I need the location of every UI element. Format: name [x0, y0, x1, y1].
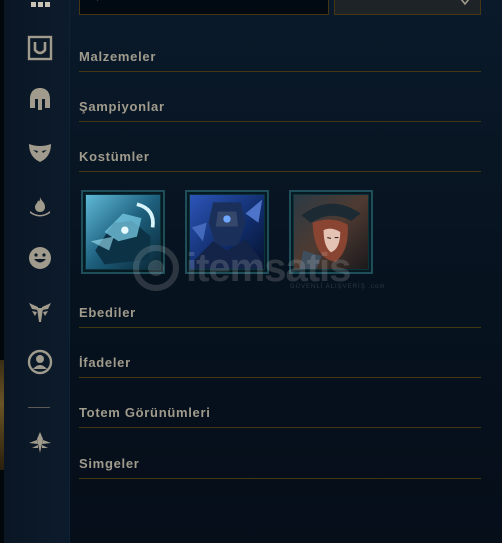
section-divider: [79, 71, 481, 72]
section-simgeler: Simgeler: [79, 456, 481, 479]
sort-dropdown[interactable]: [334, 0, 481, 15]
grid-icon[interactable]: [27, 0, 53, 16]
section-sampiyonlar: Şampiyonlar: [79, 99, 481, 122]
search-icon: [96, 0, 98, 1]
category-sidebar: [4, 0, 70, 543]
search-field[interactable]: [79, 0, 329, 15]
mask-icon[interactable]: [27, 139, 53, 165]
section-kostumler: Kostümler: [79, 149, 481, 172]
search-input[interactable]: [108, 0, 318, 11]
section-title-kostumler[interactable]: Kostümler: [79, 149, 481, 167]
section-title-totem[interactable]: Totem Görünümleri: [79, 405, 481, 423]
helmet-icon[interactable]: [27, 86, 53, 112]
section-title-malzemeler[interactable]: Malzemeler: [79, 49, 481, 67]
wing-icon[interactable]: [27, 298, 53, 324]
skin-portrait-1: [86, 195, 160, 269]
flame-icon[interactable]: [27, 193, 53, 219]
crest-icon[interactable]: [27, 429, 53, 455]
skin-tile-2[interactable]: [185, 190, 269, 274]
section-title-ebediler[interactable]: Ebediler: [79, 305, 481, 323]
skin-tile-3[interactable]: [289, 190, 373, 274]
watermark-subtext: GÜVENLİ ALIŞVERİŞ .com: [290, 284, 386, 290]
shield-frame-icon[interactable]: [27, 35, 53, 61]
section-divider: [79, 327, 481, 328]
section-divider: [79, 377, 481, 378]
section-malzemeler: Malzemeler: [79, 49, 481, 72]
section-ebediler: Ebediler: [79, 305, 481, 328]
section-ifadeler: İfadeler: [79, 355, 481, 378]
chevron-down-icon: [460, 0, 470, 6]
smiley-icon[interactable]: [27, 245, 53, 271]
section-divider: [79, 478, 481, 479]
sidebar-divider: [28, 407, 50, 408]
section-title-simgeler[interactable]: Simgeler: [79, 456, 481, 474]
section-title-ifadeler[interactable]: İfadeler: [79, 355, 481, 373]
section-totem: Totem Görünümleri: [79, 405, 481, 428]
section-divider: [79, 121, 481, 122]
profile-icon[interactable]: [27, 349, 53, 375]
inventory-panel: Malzemeler Şampiyonlar Kostümler GÜVENLİ…: [0, 0, 502, 543]
section-divider: [79, 171, 481, 172]
section-title-sampiyonlar[interactable]: Şampiyonlar: [79, 99, 481, 117]
skin-portrait-3: [294, 195, 368, 269]
skin-portrait-2: [190, 195, 264, 269]
section-divider: [79, 427, 481, 428]
skin-tile-1[interactable]: [81, 190, 165, 274]
